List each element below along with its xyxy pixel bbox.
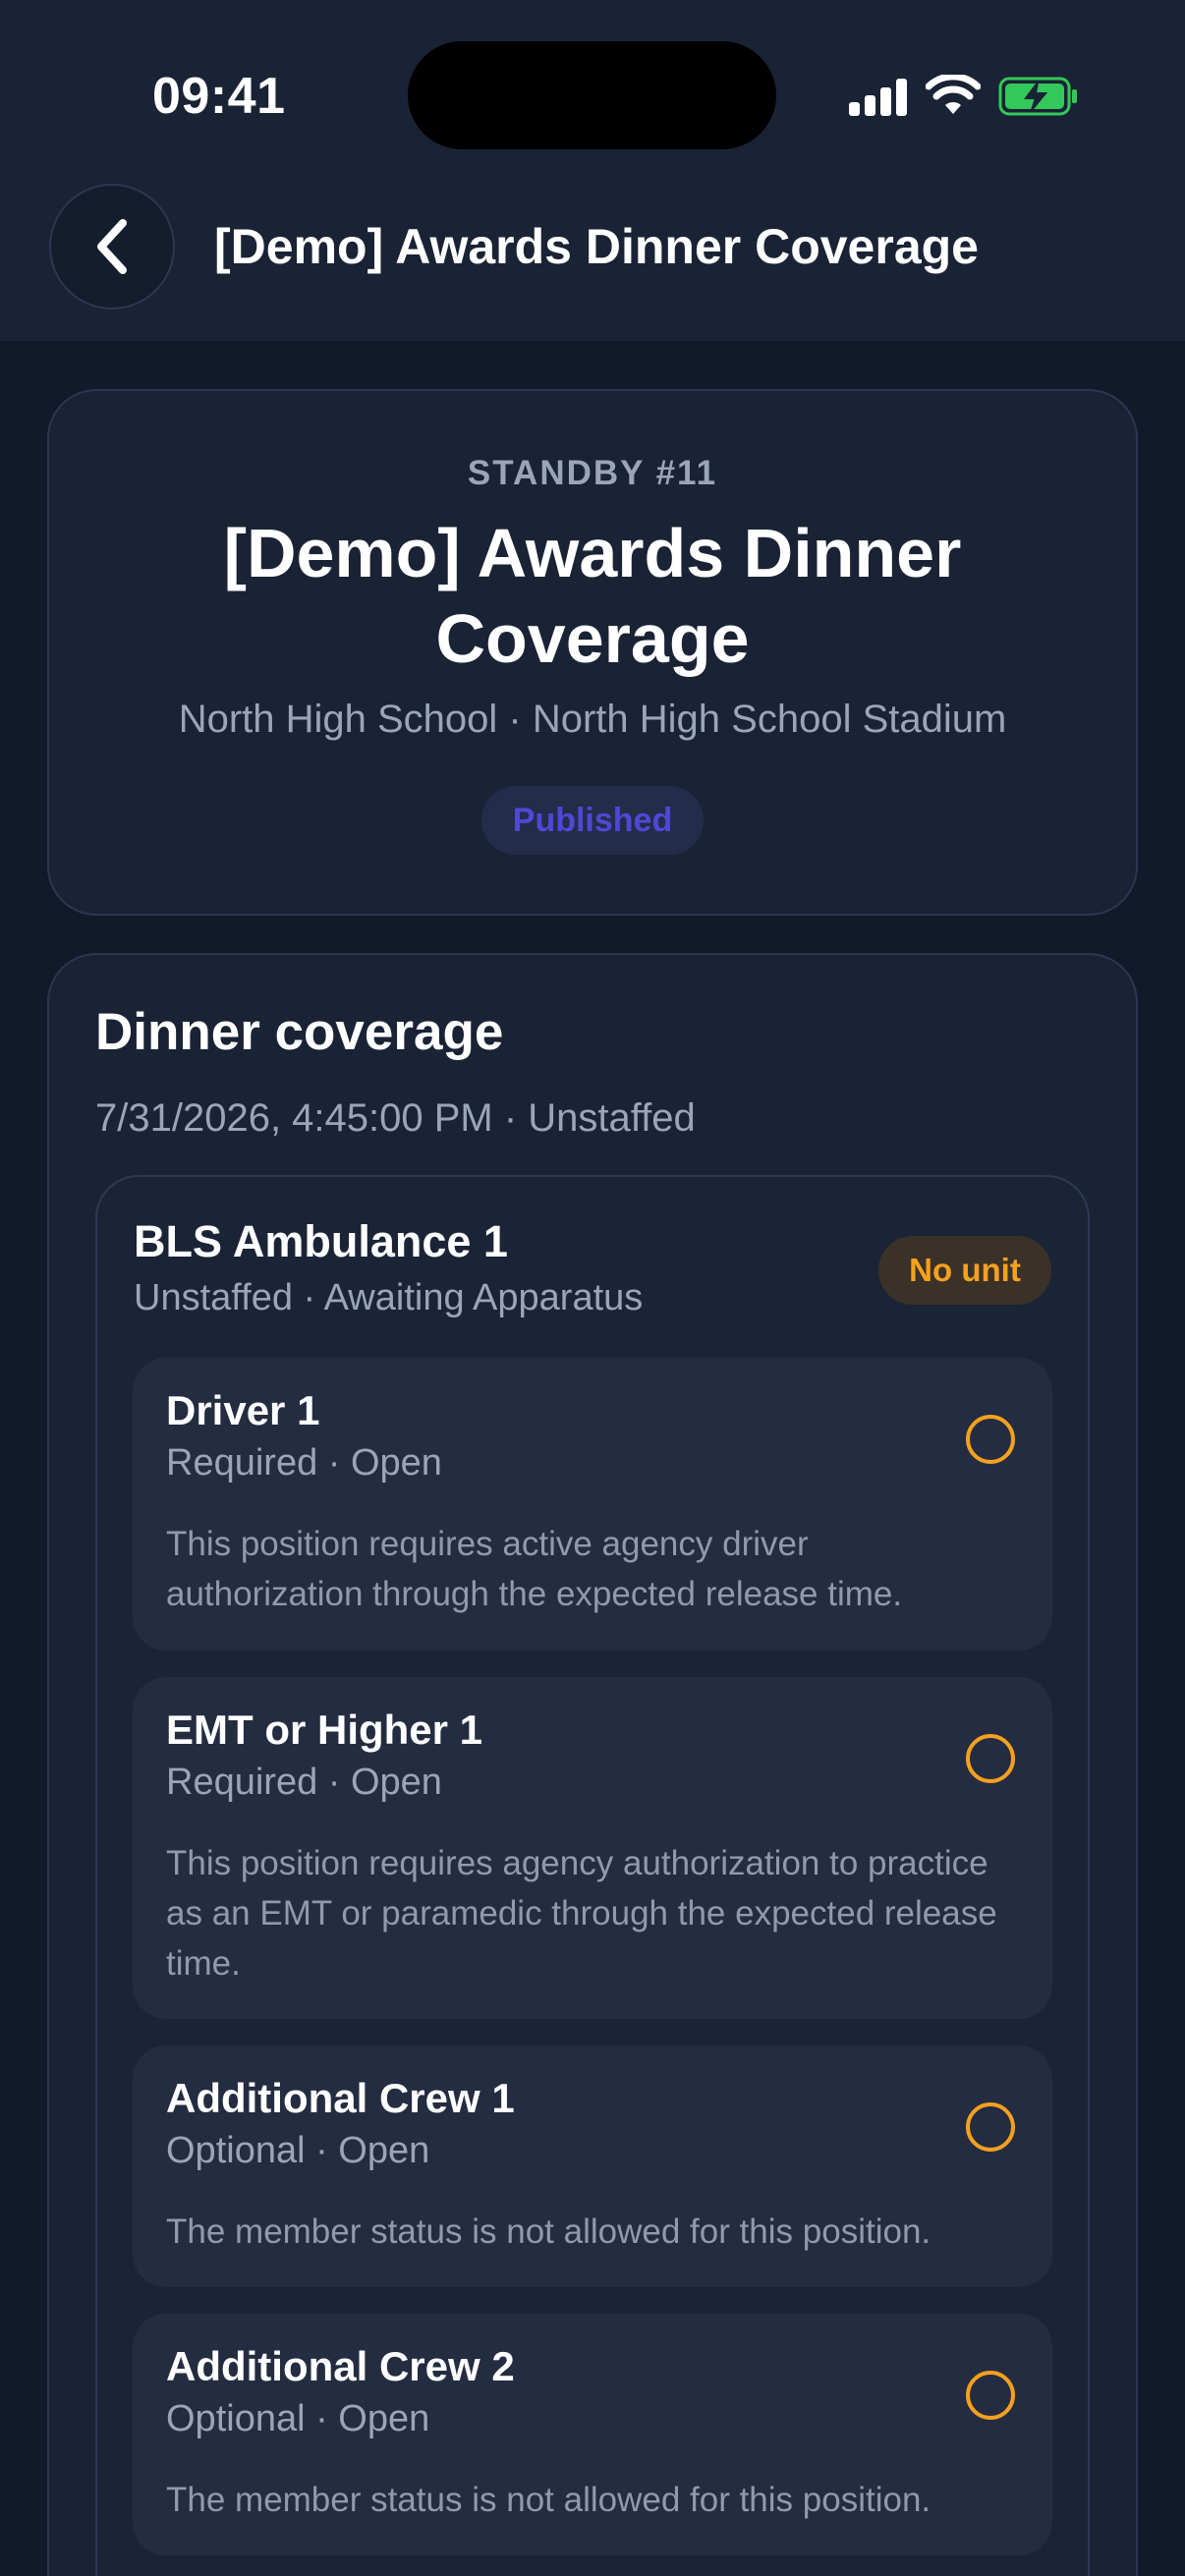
screen: 09:41 [Demo] Awards Dinner Coverage STAN… xyxy=(0,0,1185,2576)
chevron-left-icon xyxy=(97,219,127,274)
event-location: North High School · North High School St… xyxy=(178,698,1007,741)
radio-empty-icon[interactable] xyxy=(966,2102,1015,2152)
standby-number: STANDBY #11 xyxy=(467,454,718,492)
position-card[interactable]: Additional Crew 1 Optional · Open The me… xyxy=(133,2045,1052,2287)
top-bar: 09:41 [Demo] Awards Dinner Coverage xyxy=(0,0,1185,341)
unit-status: Unstaffed · Awaiting Apparatus xyxy=(134,1277,644,1318)
position-meta: Required · Open xyxy=(166,1762,442,1803)
position-card[interactable]: Driver 1 Required · Open This position r… xyxy=(133,1358,1052,1651)
position-meta: Required · Open xyxy=(166,1442,442,1484)
position-title: Driver 1 xyxy=(166,1387,320,1433)
back-button[interactable] xyxy=(49,184,175,309)
header-title: [Demo] Awards Dinner Coverage xyxy=(214,219,979,274)
battery-charging-icon xyxy=(998,77,1077,116)
status-badge: Published xyxy=(481,786,704,855)
position-description: This position requires active agency dri… xyxy=(166,1525,903,1613)
radio-empty-icon[interactable] xyxy=(966,1415,1015,1464)
position-meta: Optional · Open xyxy=(166,2130,430,2171)
unit-name: BLS Ambulance 1 xyxy=(134,1216,508,1266)
event-title: [Demo] Awards Dinner Coverage xyxy=(223,515,962,677)
position-description: The member status is not allowed for thi… xyxy=(166,2212,931,2251)
shift-meta: 7/31/2026, 4:45:00 PM · Unstaffed xyxy=(95,1096,696,1140)
position-title: Additional Crew 2 xyxy=(166,2343,515,2389)
shift-title: Dinner coverage xyxy=(95,1003,504,1061)
status-time: 09:41 xyxy=(152,68,286,125)
radio-empty-icon[interactable] xyxy=(966,1734,1015,1783)
radio-empty-icon[interactable] xyxy=(966,2371,1015,2420)
position-description: The member status is not allowed for thi… xyxy=(166,2481,931,2519)
wifi-icon xyxy=(926,75,981,114)
position-description: This position requires agency authorizat… xyxy=(166,1844,997,1983)
signal-icon xyxy=(849,79,908,116)
position-title: Additional Crew 1 xyxy=(166,2075,515,2121)
position-meta: Optional · Open xyxy=(166,2398,430,2439)
dynamic-island xyxy=(408,41,776,149)
unit-badge: No unit xyxy=(878,1236,1051,1305)
position-card[interactable]: EMT or Higher 1 Required · Open This pos… xyxy=(133,1677,1052,2019)
position-card[interactable]: Additional Crew 2 Optional · Open The me… xyxy=(133,2314,1052,2555)
position-title: EMT or Higher 1 xyxy=(166,1707,483,1753)
